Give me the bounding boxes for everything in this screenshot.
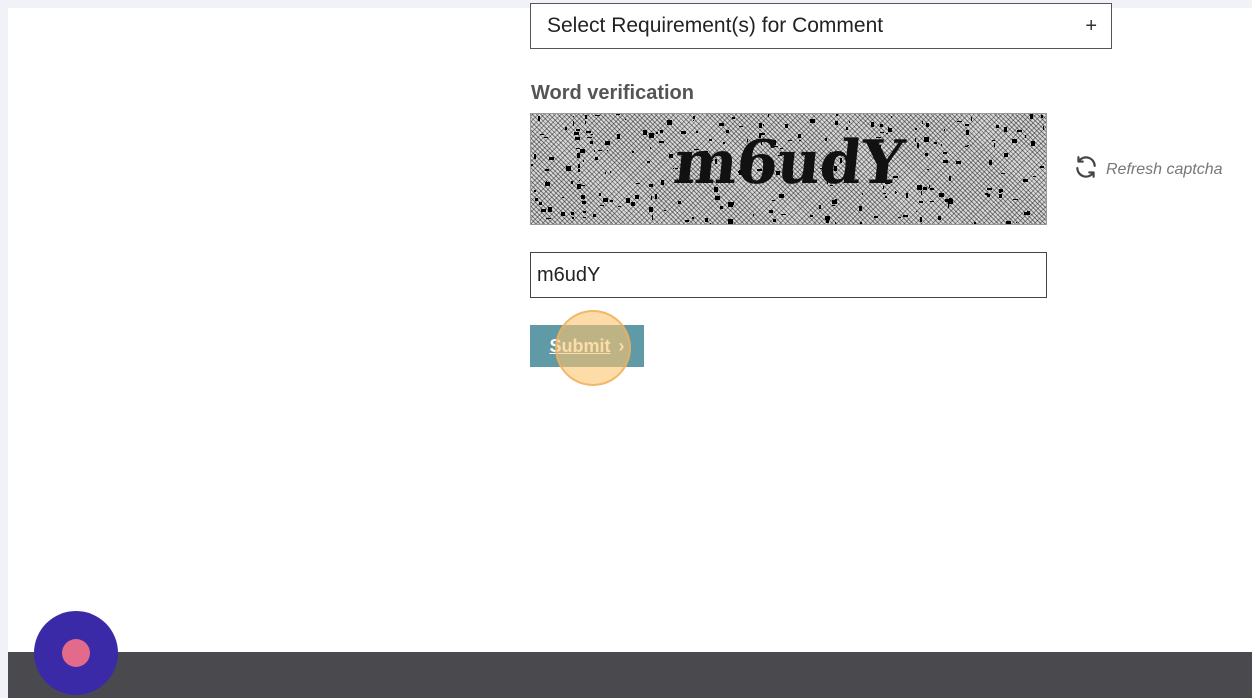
chat-widget-icon [62,639,90,667]
captcha-answer-input[interactable] [530,252,1047,298]
word-verification-label: Word verification [531,82,694,104]
requirement-select-label: Select Requirement(s) for Comment [547,14,884,37]
submit-button[interactable]: Submit › [530,325,644,367]
requirement-select-dropdown[interactable]: Select Requirement(s) for Comment + [530,3,1112,49]
refresh-captcha-label[interactable]: Refresh captcha [1106,161,1223,179]
page-footer [8,652,1252,698]
chat-widget-button[interactable] [34,611,118,695]
plus-icon[interactable]: + [1085,15,1097,38]
refresh-captcha-button[interactable]: Refresh captcha [1073,154,1223,185]
chevron-right-icon: › [618,335,625,356]
captcha-image: m6udY [530,113,1047,225]
refresh-icon[interactable] [1073,154,1099,185]
submit-label: Submit [549,335,611,356]
captcha-text: m6udY [670,128,907,198]
